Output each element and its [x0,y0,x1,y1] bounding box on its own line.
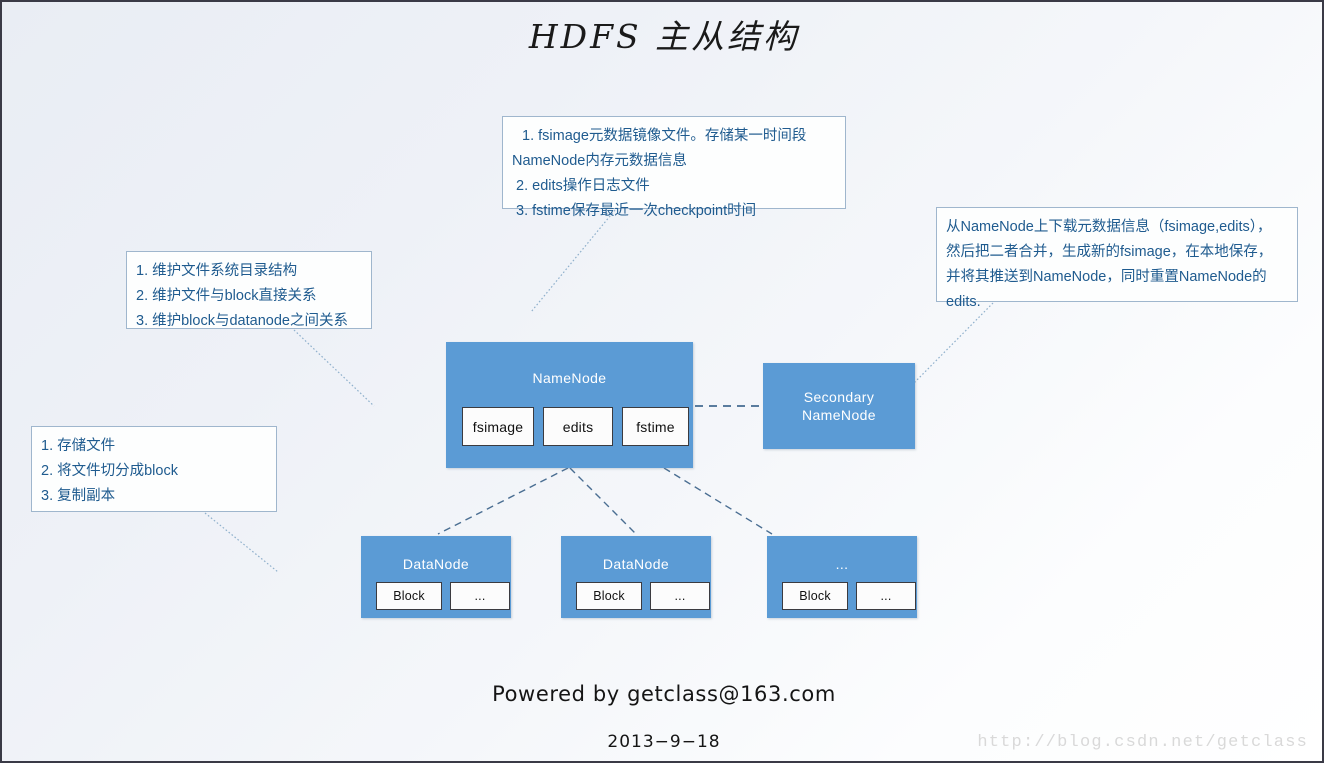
secondary-namenode-label-line1: Secondary [803,389,875,405]
note-line: 1. fsimage元数据镜像文件。存储某一时间段 [518,128,807,144]
leader-line-secondary-note [913,302,994,384]
note-line: 然后把二者合并，生成新的fsimage，在本地保存， [946,243,1273,260]
leader-line-fsimage-note [530,209,616,313]
note-line: 2. 维护文件与block直接关系 [136,287,317,304]
namenode-slot-fsimage: fsimage [462,407,534,446]
watermark-url: http://blog.csdn.net/getclass [977,733,1308,752]
secondary-namenode-box: Secondary NameNode [763,363,915,449]
datanode-label: DataNode [602,556,670,572]
namenode-label: NameNode [532,370,607,386]
secondary-namenode-role-note: 从NameNode上下载元数据信息（fsimage,edits）， 然后把二者合… [936,207,1298,310]
datanode-slot-more: ... [856,582,916,610]
note-line: 2. 将文件切分成block [41,462,178,479]
datanode-slot-block: Block [782,582,848,610]
page-title: HDFS 主从结构 [528,17,800,56]
note-line: 1. 维护文件系统目录结构 [136,263,298,279]
namenode-slot-edits: edits [543,407,613,446]
leader-line-datanode-duty [204,512,279,573]
secondary-namenode-label: Secondary NameNode [764,389,914,424]
powered-by-text: Powered by getclass@163.com [492,682,836,706]
datanode-slot-more: ... [450,582,510,610]
secondary-namenode-label-line2: NameNode [801,406,876,423]
leader-line-namenode-duty [293,329,375,407]
link-namenode-datanode-2 [569,467,637,535]
datanode-slot-more: ... [650,582,710,610]
datanode-label: ... [835,556,849,572]
diagram-canvas: HDFS 主从结构 1. fsimage元数据镜像文件。存储某一时间段 Name… [0,0,1324,763]
note-line: 3. fstime保存最近一次checkpoint时间 [512,202,757,219]
note-line: NameNode内存元数据信息 [512,152,687,169]
datanode-box: DataNode Block ... [561,536,711,618]
note-line: 2. edits操作日志文件 [512,177,650,194]
link-namenode-datanode-1 [437,467,569,535]
namenode-responsibilities-note: 1. 维护文件系统目录结构 2. 维护文件与block直接关系 3. 维护blo… [126,251,372,329]
note-line: 3. 维护block与datanode之间关系 [136,312,348,329]
namenode-slot-fstime: fstime [622,407,689,446]
link-namenode-datanode-3 [663,467,773,535]
note-line: edits. [946,293,981,310]
datanode-box: DataNode Block ... [361,536,511,618]
datanode-slot-block: Block [576,582,642,610]
datanode-responsibilities-note: 1. 存储文件 2. 将文件切分成block 3. 复制副本 [31,426,277,512]
note-line: 1. 存储文件 [41,438,116,454]
note-line: 3. 复制副本 [41,487,116,504]
note-line: 并将其推送到NameNode，同时重置NameNode的 [946,268,1267,285]
note-line: 从NameNode上下载元数据信息（fsimage,edits）， [946,219,1272,235]
namenode-metadata-files-note: 1. fsimage元数据镜像文件。存储某一时间段 NameNode内存元数据信… [502,116,846,219]
datanode-slot-block: Block [376,582,442,610]
datanode-label: DataNode [402,556,470,572]
namenode-box: NameNode fsimage edits fstime [446,342,693,468]
datanode-box: ... Block ... [767,536,917,618]
